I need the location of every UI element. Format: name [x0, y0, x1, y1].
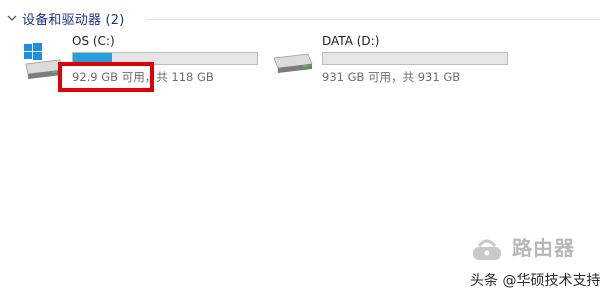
section-title: 设备和驱动器 (2) [22, 12, 125, 28]
section-divider [146, 19, 600, 20]
router-logo-icon [473, 239, 501, 260]
hard-drive-icon [272, 52, 316, 86]
total-space: ，共 118 GB [144, 70, 214, 84]
drive-name: DATA (D:) [322, 34, 380, 48]
drive-d[interactable]: DATA (D:) 931 GB 可用，共 931 GB [270, 34, 520, 86]
section-header[interactable]: 设备和驱动器 (2) [6, 8, 125, 28]
source-credit: 头条 @华硕技术支持 [470, 273, 600, 289]
watermark-text: 路由器 [512, 236, 575, 260]
free-space-text: 931 GB 可用，共 931 GB [322, 69, 460, 85]
total-space: ，共 931 GB [391, 70, 461, 84]
chevron-down-icon [7, 15, 17, 21]
drive-name: OS (C:) [72, 34, 115, 48]
free-space: 931 GB 可用 [322, 70, 392, 84]
annotation-highlight-box [58, 62, 154, 92]
usage-bar [322, 52, 508, 65]
